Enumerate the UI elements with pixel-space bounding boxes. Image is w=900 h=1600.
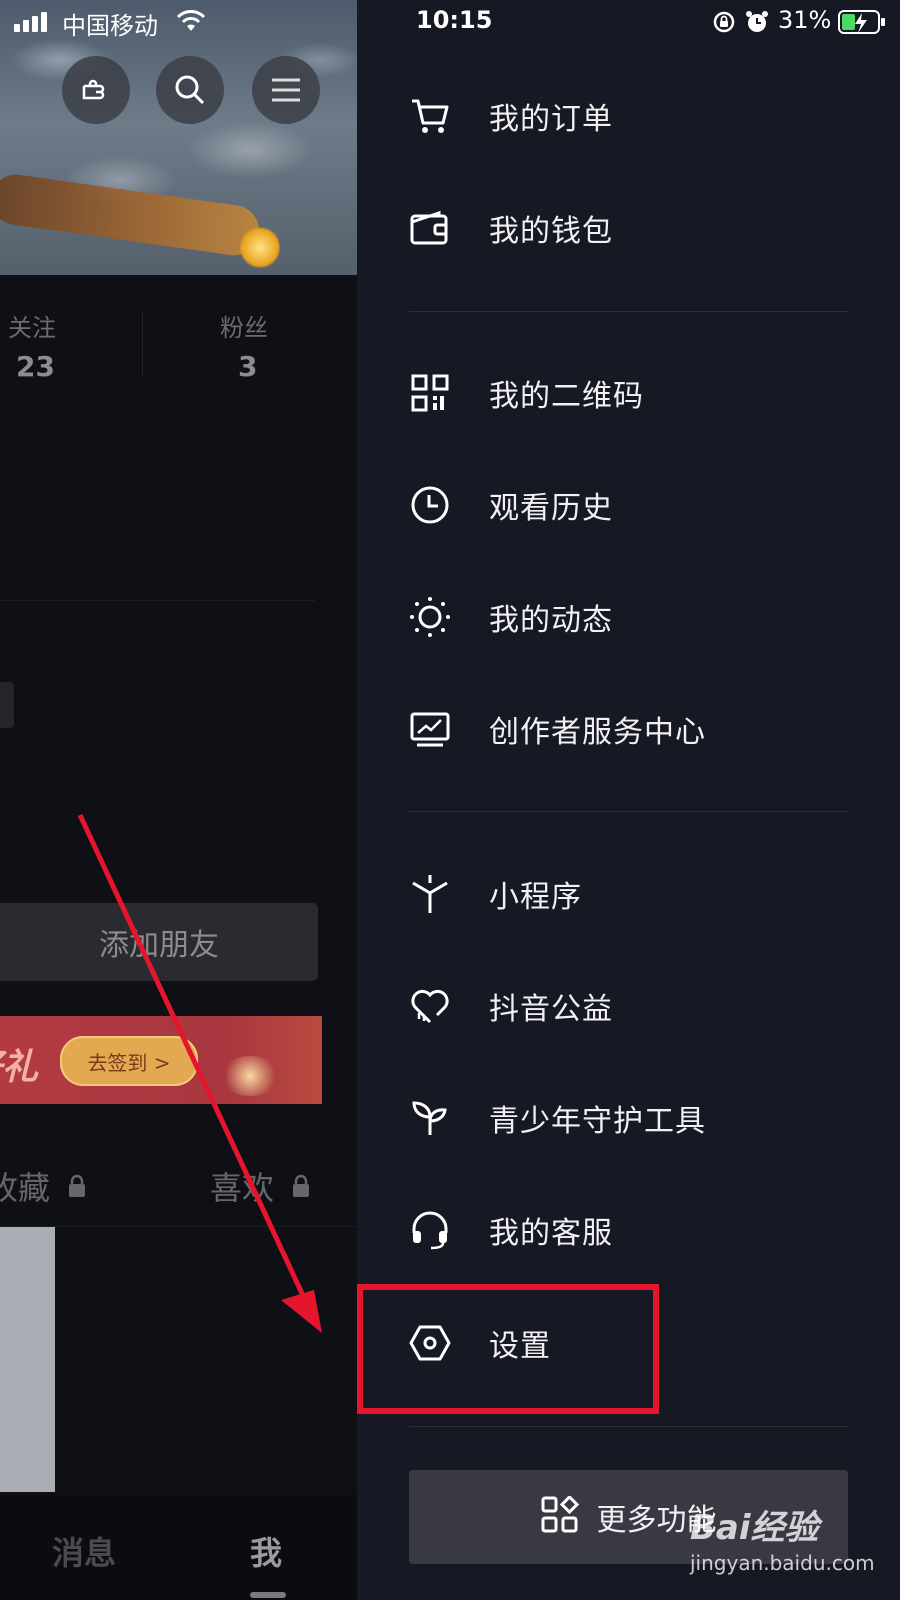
baidu-watermark: Bai经验 jingyan.baidu.com bbox=[690, 1500, 890, 1590]
annotation-arrow bbox=[77, 813, 322, 1333]
watermark-brand: Bai经验 bbox=[690, 1508, 819, 1548]
watermark-url: jingyan.baidu.com bbox=[690, 1551, 875, 1575]
